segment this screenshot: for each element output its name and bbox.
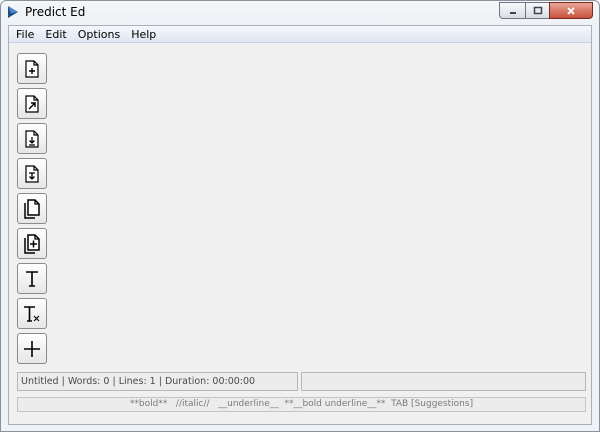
window-title: Predict Ed <box>25 5 86 19</box>
plus-icon <box>24 340 40 357</box>
secondary-status <box>301 372 586 391</box>
clear-format-icon <box>24 305 40 322</box>
new-file-icon <box>25 59 39 78</box>
formatting-hint-bar: **bold** //italic// __underline__ **__bo… <box>17 397 586 412</box>
menu-edit[interactable]: Edit <box>41 28 70 41</box>
maximize-button[interactable] <box>525 2 549 19</box>
menu-options[interactable]: Options <box>74 28 124 41</box>
close-button[interactable] <box>549 2 593 19</box>
minimize-icon <box>509 11 516 14</box>
copy-icon <box>24 198 40 219</box>
play-triangle-icon <box>8 6 18 18</box>
open-file-button[interactable] <box>17 88 47 119</box>
add-document-icon <box>24 233 40 254</box>
save-as-file-icon <box>25 164 39 183</box>
window-controls <box>499 2 593 19</box>
text-button[interactable] <box>17 263 47 294</box>
clear-format-button[interactable] <box>17 298 47 329</box>
save-file-button[interactable] <box>17 123 47 154</box>
app-window: Predict Ed File Edit Options Help Untitl… <box>0 0 600 432</box>
add-button[interactable] <box>17 333 47 364</box>
new-file-button[interactable] <box>17 53 47 84</box>
copy-button[interactable] <box>17 193 47 224</box>
menu-file[interactable]: File <box>12 28 38 41</box>
menu-help[interactable]: Help <box>127 28 160 41</box>
open-file-icon <box>25 94 39 113</box>
client-area: File Edit Options Help Untitled | Words:… <box>8 25 592 425</box>
title-bar[interactable]: Predict Ed <box>1 1 599 25</box>
document-status: Untitled | Words: 0 | Lines: 1 | Duratio… <box>17 372 298 391</box>
text-icon <box>26 270 38 287</box>
menu-bar: File Edit Options Help <box>9 26 591 43</box>
save-file-icon <box>25 129 39 148</box>
maximize-icon <box>533 6 542 14</box>
add-document-button[interactable] <box>17 228 47 259</box>
minimize-button[interactable] <box>499 2 525 19</box>
save-as-button[interactable] <box>17 158 47 189</box>
close-icon <box>567 6 575 15</box>
